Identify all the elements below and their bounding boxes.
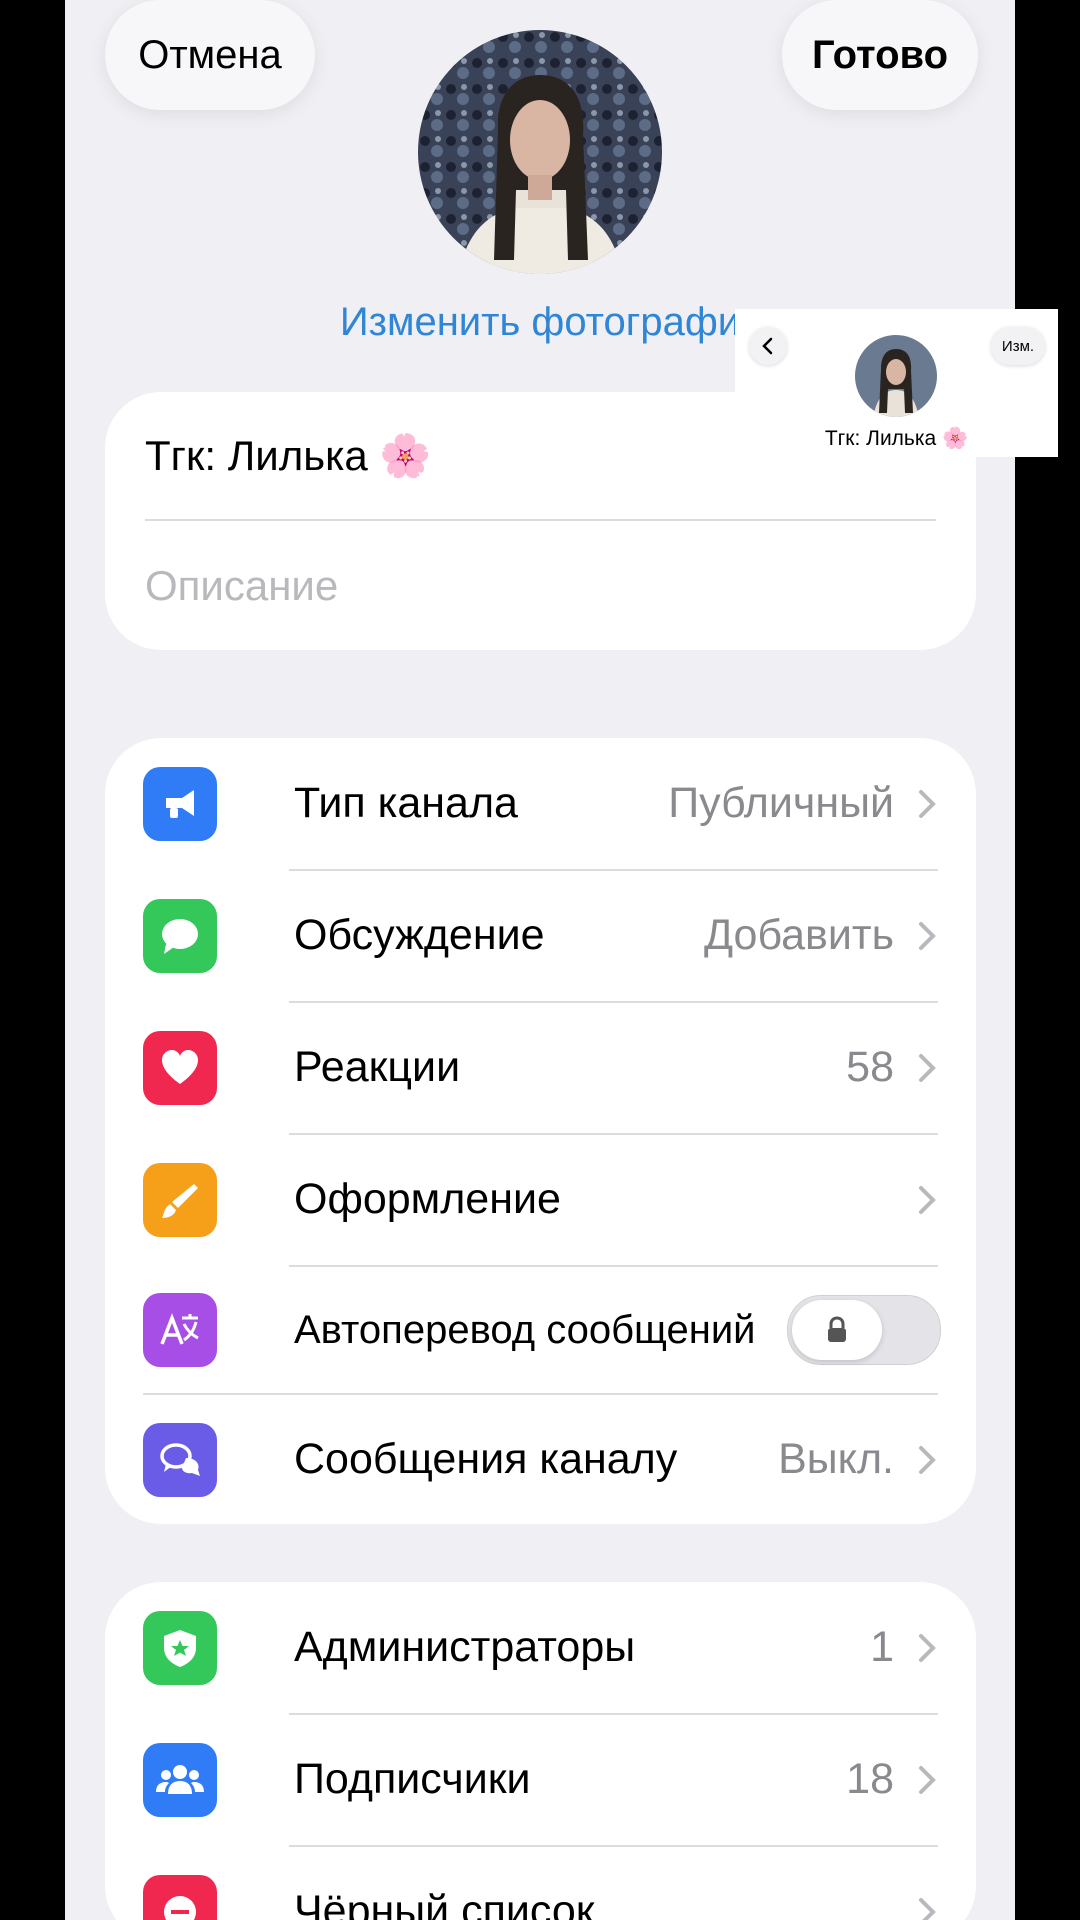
done-button[interactable]: Готово xyxy=(782,0,978,110)
auto-translate-toggle[interactable] xyxy=(787,1295,941,1365)
divider xyxy=(145,519,936,521)
edit-channel-screen: Отмена Готово Изменить фотографи Тгк: Ли… xyxy=(65,0,1015,1920)
chevron-right-icon xyxy=(919,1445,936,1474)
heart-icon xyxy=(143,1030,217,1105)
management-card: Администраторы 1 Подписчики 18 Чёрный сп… xyxy=(105,1582,976,1920)
appearance-row[interactable]: Оформление xyxy=(105,1134,976,1265)
edit-button[interactable]: Изм. xyxy=(991,327,1045,365)
channel-type-row[interactable]: Тип канала Публичный xyxy=(105,738,976,869)
chat-bubbles-icon xyxy=(143,1422,217,1497)
chevron-right-icon xyxy=(919,1633,936,1662)
shield-star-icon xyxy=(143,1610,217,1685)
megaphone-icon xyxy=(143,766,217,841)
subscribers-row[interactable]: Подписчики 18 xyxy=(105,1714,976,1845)
blacklist-row[interactable]: Чёрный список xyxy=(105,1846,976,1920)
administrators-row[interactable]: Администраторы 1 xyxy=(105,1582,976,1713)
lock-icon xyxy=(792,1300,882,1360)
brush-icon xyxy=(143,1162,217,1237)
reactions-label: Реакции xyxy=(294,1043,461,1091)
discussion-value: Добавить xyxy=(703,911,894,959)
administrators-label: Администраторы xyxy=(294,1623,636,1671)
channel-preview-overlay: Изм. Тгк: Лилька 🌸 xyxy=(735,309,1058,457)
channel-settings-card: Тип канала Публичный Обсуждение Добавить… xyxy=(105,738,976,1524)
discussion-row[interactable]: Обсуждение Добавить xyxy=(105,870,976,1001)
reactions-count: 58 xyxy=(846,1043,894,1091)
back-button[interactable] xyxy=(749,327,787,365)
chevron-left-icon xyxy=(762,337,773,355)
cancel-button[interactable]: Отмена xyxy=(105,0,315,110)
chevron-right-icon xyxy=(919,789,936,818)
channel-messages-label: Сообщения каналу xyxy=(294,1435,678,1483)
description-field[interactable]: Описание xyxy=(145,522,936,650)
discussion-label: Обсуждение xyxy=(294,911,545,959)
reactions-row[interactable]: Реакции 58 xyxy=(105,1002,976,1133)
chevron-right-icon xyxy=(919,1185,936,1214)
chevron-right-icon xyxy=(919,1053,936,1082)
auto-translate-label: Автоперевод сообщений xyxy=(294,1307,756,1352)
administrators-count: 1 xyxy=(870,1623,894,1671)
chevron-right-icon xyxy=(919,1765,936,1794)
channel-type-value: Публичный xyxy=(668,779,894,827)
channel-messages-row[interactable]: Сообщения каналу Выкл. xyxy=(105,1394,976,1524)
appearance-label: Оформление xyxy=(294,1175,561,1223)
chevron-right-icon xyxy=(919,1897,936,1920)
channel-type-label: Тип канала xyxy=(294,779,518,827)
minus-circle-icon xyxy=(143,1874,217,1920)
people-icon xyxy=(143,1742,217,1817)
chat-bubble-icon xyxy=(143,898,217,973)
channel-messages-value: Выкл. xyxy=(778,1435,894,1483)
blacklist-label: Чёрный список xyxy=(294,1887,595,1920)
subscribers-label: Подписчики xyxy=(294,1755,531,1803)
preview-channel-name: Тгк: Лилька 🌸 xyxy=(824,427,969,450)
translate-icon xyxy=(143,1293,217,1367)
subscribers-count: 18 xyxy=(846,1755,894,1803)
channel-avatar[interactable] xyxy=(418,30,662,274)
auto-translate-row: Автоперевод сообщений xyxy=(105,1266,976,1394)
preview-avatar xyxy=(855,335,937,417)
chevron-right-icon xyxy=(919,921,936,950)
